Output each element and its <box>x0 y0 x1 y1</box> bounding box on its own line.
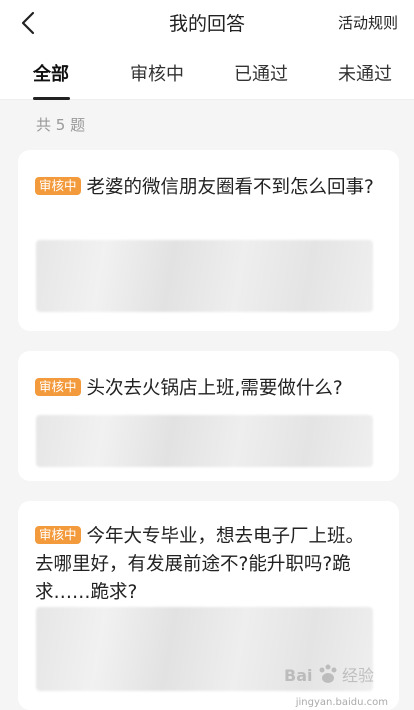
question-title: 审核中 老婆的微信朋友圈看不到怎么回事? <box>35 174 382 202</box>
watermark-domain: jingyan.baidu.com <box>295 697 388 708</box>
question-count: 共 5 题 <box>36 116 86 134</box>
tab-approved[interactable]: 已通过 <box>234 60 288 86</box>
status-badge: 审核中 <box>35 378 81 396</box>
svg-text:Bai: Bai <box>284 666 312 685</box>
question-text: 今年大专毕业，想去电子厂上班。去哪里好，有发展前途不?能升职吗?跪求……跪求? <box>35 526 365 603</box>
blurred-answer-preview <box>36 415 373 467</box>
tab-under-review[interactable]: 审核中 <box>130 60 184 86</box>
status-badge: 审核中 <box>35 526 81 544</box>
answer-card[interactable]: 审核中 头次去火锅店上班,需要做什么? <box>18 351 399 481</box>
question-text: 老婆的微信朋友圈看不到怎么回事? <box>86 177 374 198</box>
tab-rejected[interactable]: 未通过 <box>338 60 392 86</box>
blurred-answer-preview <box>36 240 373 312</box>
question-title: 审核中 今年大专毕业，想去电子厂上班。去哪里好，有发展前途不?能升职吗?跪求……跪… <box>35 523 382 607</box>
tab-bar: 全部 审核中 已通过 未通过 <box>0 46 414 100</box>
answer-card[interactable]: 审核中 老婆的微信朋友圈看不到怎么回事? <box>18 150 399 331</box>
paw-logo-icon: Bai 经验 <box>284 664 374 685</box>
question-title: 审核中 头次去火锅店上班,需要做什么? <box>35 375 382 403</box>
svg-text:经验: 经验 <box>342 666 374 685</box>
active-tab-indicator <box>33 97 70 100</box>
question-text: 头次去火锅店上班,需要做什么? <box>86 378 343 399</box>
status-badge: 审核中 <box>35 177 81 195</box>
top-bar: 我的回答 活动规则 <box>0 0 414 46</box>
baidu-jingyan-watermark: Bai 经验 <box>284 662 394 698</box>
activity-rules-link[interactable]: 活动规则 <box>338 12 398 33</box>
tab-all[interactable]: 全部 <box>33 60 69 86</box>
